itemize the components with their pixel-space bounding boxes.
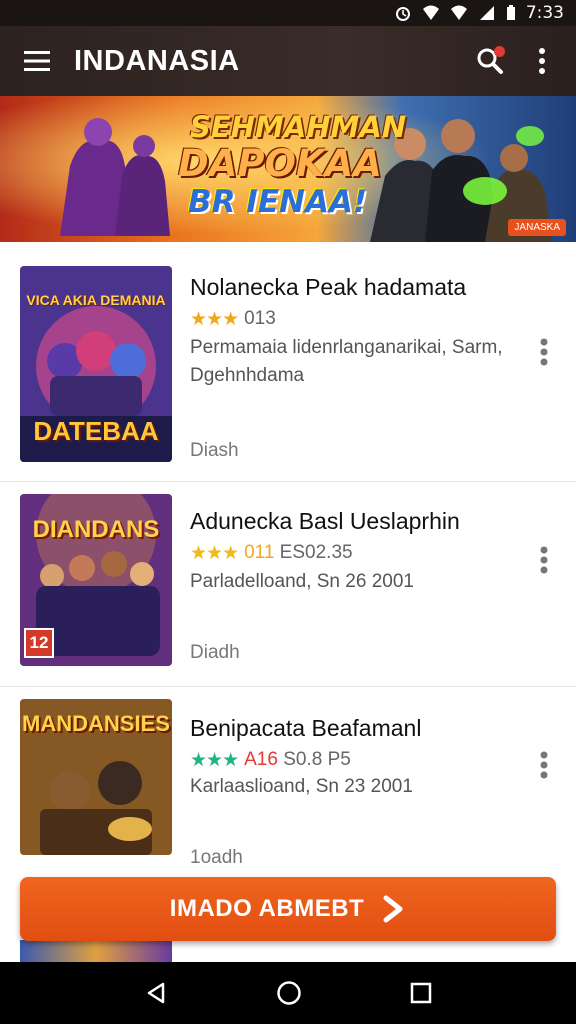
thumb-title-text: DIANDANS <box>32 516 160 543</box>
overflow-menu-button[interactable] <box>522 41 562 81</box>
thumb-title-text: DATEBAA <box>33 416 159 446</box>
item-more-button[interactable] <box>530 745 558 785</box>
item-more-button[interactable] <box>530 332 558 372</box>
thumb-top-text: VICA AKIA DEMANIA <box>26 292 166 308</box>
banner-line-3: BR IENAA! <box>188 184 368 220</box>
app-title: INDANASIA <box>74 44 240 77</box>
game-list: VICA AKIA DEMANIA DATEBAA Nolanecka Peak… <box>0 242 576 887</box>
recents-icon[interactable] <box>410 982 432 1004</box>
age-rating-badge: 12 <box>24 628 54 658</box>
item-title: Nolanecka Peak hadamata <box>190 274 467 300</box>
star-rating-icon: ★★★ <box>190 542 239 564</box>
item-footer: Diash <box>190 440 239 461</box>
item-title: Benipacata Beafamanl <box>190 715 422 741</box>
rating-value: 011 ES02.35 <box>244 542 353 563</box>
item-title: Adunecka Basl Ueslaprhin <box>190 508 460 534</box>
list-item[interactable]: MANDANSIES Benipacata Beafamanl ★★★ A16 … <box>0 687 576 887</box>
rating-value: 013 <box>244 308 276 329</box>
menu-icon <box>24 51 50 71</box>
cta-label: IMADO ABMEBT <box>169 895 365 922</box>
item-thumbnail: VICA AKIA DEMANIA DATEBAA <box>20 266 172 462</box>
system-nav-bar <box>0 962 576 1024</box>
item-rating: ★★★ 011 ES02.35 <box>190 542 353 564</box>
star-rating-icon: ★★★ <box>190 308 239 330</box>
back-icon[interactable] <box>144 981 168 1005</box>
rating-value: A16 S0.8 P5 <box>244 749 351 770</box>
status-time: 7:33 <box>525 3 564 23</box>
list-item[interactable]: DIANDANS 12 Adunecka Basl Ueslaprhin ★★★… <box>0 482 576 687</box>
menu-button[interactable] <box>0 26 74 96</box>
item-footer: 1oadh <box>190 847 243 868</box>
signal-icon <box>479 6 494 20</box>
next-item-peek <box>20 940 172 962</box>
more-vert-icon <box>539 48 545 74</box>
home-icon[interactable] <box>276 980 302 1006</box>
battery-icon <box>506 5 515 20</box>
item-description: Karlaaslioand, Sn 23 2001 <box>190 776 413 797</box>
item-rating: ★★★ A16 S0.8 P5 <box>190 749 351 771</box>
item-more-button[interactable] <box>530 540 558 580</box>
thumb-title-text: MANDANSIES <box>22 711 170 736</box>
promo-banner[interactable]: SEHMAHMAN DAPOKAA BR IENAA! JANASKA <box>0 96 576 242</box>
list-item[interactable]: VICA AKIA DEMANIA DATEBAA Nolanecka Peak… <box>0 242 576 482</box>
item-thumbnail: MANDANSIES <box>20 699 172 855</box>
more-vert-icon <box>540 751 548 779</box>
item-description: Permamaia lidenrlanganarikai, Sarm, Dgeh… <box>190 337 503 386</box>
chevron-right-icon <box>383 895 403 923</box>
notification-dot <box>494 46 505 57</box>
banner-badge: JANASKA <box>508 219 566 236</box>
rating-highlight: 011 <box>244 542 275 563</box>
item-description: Parladelloand, Sn 26 2001 <box>190 571 414 592</box>
cta-button[interactable]: IMADO ABMEBT <box>20 877 556 941</box>
more-vert-icon <box>540 338 548 366</box>
wifi-icon-2 <box>450 5 467 20</box>
alarm-icon <box>395 7 410 21</box>
status-bar: 7:33 <box>0 0 576 26</box>
more-vert-icon <box>540 546 548 574</box>
app-bar: INDANASIA <box>0 26 576 96</box>
search-button[interactable] <box>470 41 510 81</box>
banner-line-2: DAPOKAA <box>178 142 382 185</box>
rating-highlight: A16 <box>244 749 278 770</box>
star-rating-icon: ★★★ <box>190 749 239 771</box>
wifi-icon <box>422 5 439 20</box>
banner-line-1: SEHMAHMAN <box>190 110 407 144</box>
item-thumbnail: DIANDANS 12 <box>20 494 172 666</box>
item-footer: Diadh <box>190 642 240 663</box>
item-rating: ★★★ 013 <box>190 308 276 330</box>
